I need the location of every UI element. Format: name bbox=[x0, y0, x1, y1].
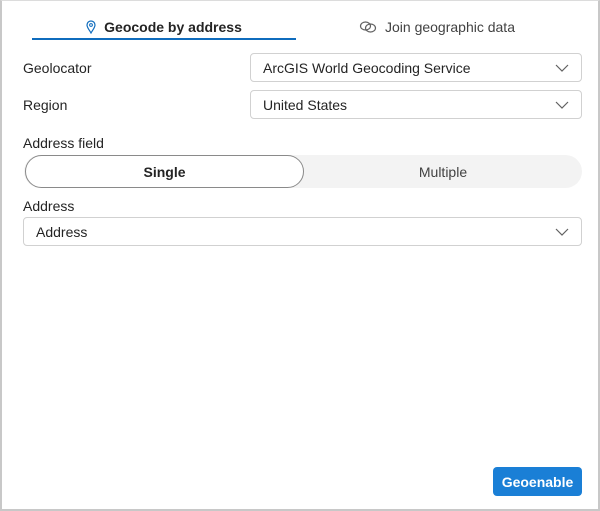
tab-label: Geocode by address bbox=[104, 19, 242, 35]
chevron-down-icon bbox=[555, 101, 569, 109]
region-dropdown[interactable]: United States bbox=[250, 90, 582, 119]
chevron-down-icon bbox=[555, 64, 569, 72]
address-label: Address bbox=[23, 198, 75, 214]
option-label: Multiple bbox=[418, 163, 468, 180]
tab-label: Join geographic data bbox=[385, 19, 515, 35]
geolocator-label: Geolocator bbox=[23, 60, 92, 76]
tab-join-geographic-data[interactable]: Join geographic data bbox=[302, 13, 572, 41]
chevron-down-icon bbox=[555, 228, 569, 236]
panel: Geocode by address Join geographic data … bbox=[0, 0, 600, 511]
address-field-single-option[interactable]: Single bbox=[25, 155, 304, 188]
link-icon bbox=[359, 20, 377, 34]
address-dropdown[interactable]: Address bbox=[23, 217, 582, 246]
region-label: Region bbox=[23, 97, 68, 113]
tab-list: Geocode by address Join geographic data bbox=[2, 1, 600, 41]
option-label: Single bbox=[143, 163, 186, 180]
geolocator-dropdown[interactable]: ArcGIS World Geocoding Service bbox=[250, 53, 582, 82]
geoenable-button[interactable]: Geoenable bbox=[493, 467, 582, 496]
address-field-label: Address field bbox=[23, 135, 104, 151]
geolocator-value: ArcGIS World Geocoding Service bbox=[263, 59, 471, 76]
address-field-multiple-option[interactable]: Multiple bbox=[304, 155, 582, 188]
address-value: Address bbox=[36, 223, 88, 240]
address-field-toggle: Single Multiple bbox=[24, 155, 582, 188]
active-tab-indicator bbox=[32, 38, 296, 40]
tab-geocode-by-address[interactable]: Geocode by address bbox=[32, 13, 296, 41]
location-pin-icon bbox=[86, 20, 96, 34]
region-value: United States bbox=[263, 96, 348, 113]
